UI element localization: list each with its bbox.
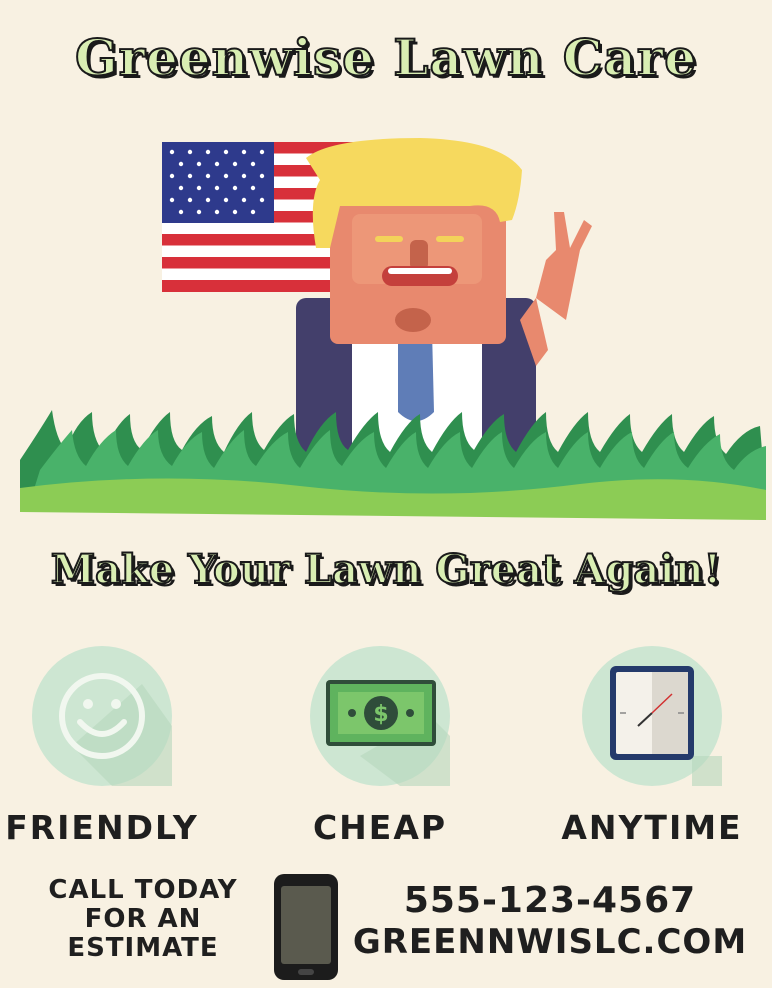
cta-line: FOR AN <box>84 904 202 934</box>
phone-number[interactable]: 555-123-4567 <box>350 880 750 921</box>
feature-friendly: FRIENDLY <box>0 646 232 847</box>
page-title: Greenwise Lawn Care <box>74 27 698 88</box>
feature-cheap: $ CHEAP <box>250 646 510 847</box>
cta-line: CALL TODAY <box>48 875 238 905</box>
feature-anytime: ANYTIME <box>522 646 772 847</box>
smiley-icon <box>32 646 172 786</box>
phone-icon <box>274 874 338 980</box>
clock-icon <box>582 646 722 786</box>
feature-label: CHEAP <box>312 808 448 847</box>
hero-illustration <box>20 138 766 520</box>
feature-label: ANYTIME <box>561 808 743 847</box>
money-icon: $ <box>310 646 450 786</box>
website-link[interactable]: GREENNWISLC.COM <box>340 922 760 962</box>
tagline: Make Your Lawn Great Again! <box>50 545 722 594</box>
feature-label: FRIENDLY <box>5 808 199 847</box>
cta-line: ESTIMATE <box>67 933 219 963</box>
call-to-action: CALL TODAY FOR AN ESTIMATE <box>18 876 268 963</box>
peace-hand-icon <box>520 212 592 366</box>
svg-text:$: $ <box>373 702 388 727</box>
